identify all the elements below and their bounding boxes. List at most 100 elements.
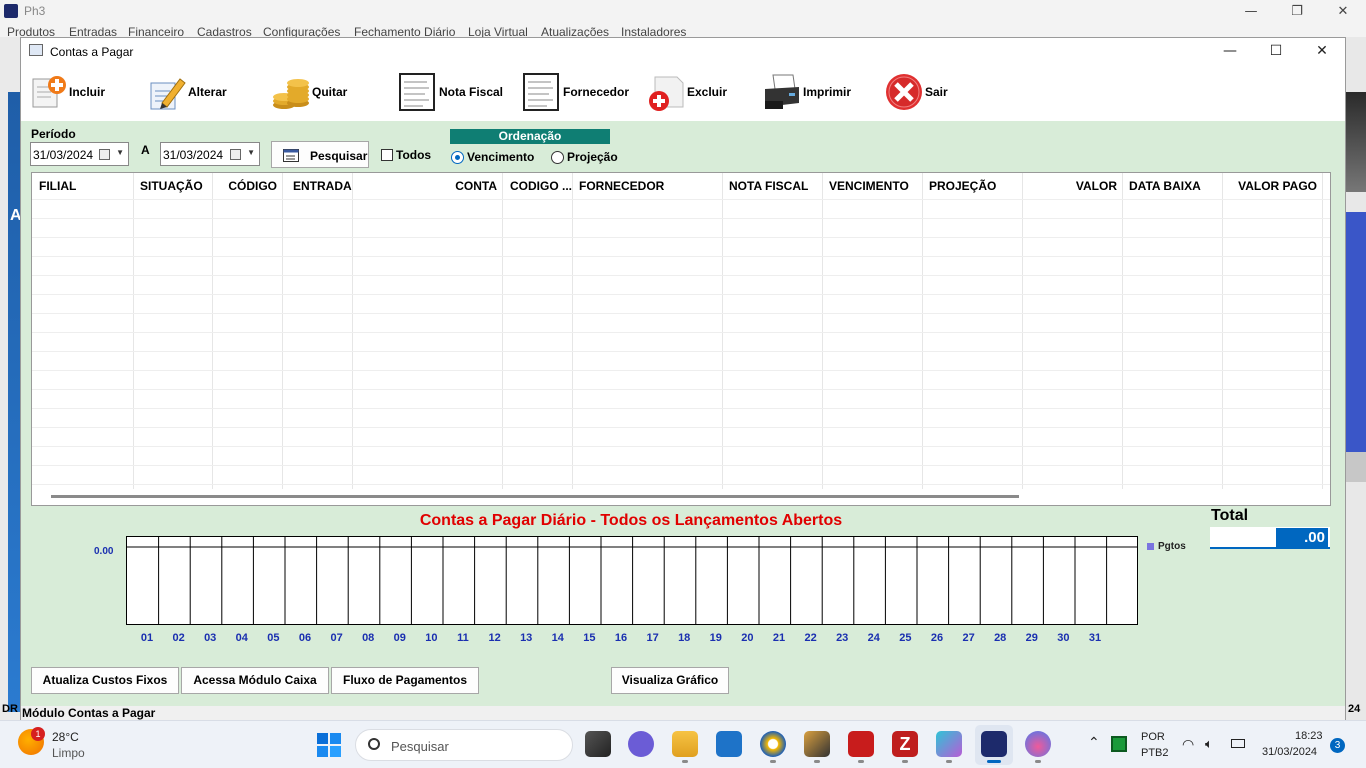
add-document-icon — [32, 76, 66, 108]
x-tick-label: 11 — [457, 632, 469, 644]
excluir-label: Excluir — [687, 85, 728, 99]
x-tick-label: 13 — [520, 632, 533, 644]
atualiza-custos-fixos-button[interactable]: Atualiza Custos Fixos — [31, 667, 179, 694]
x-tick-label: 24 — [867, 632, 880, 644]
visualiza-grafico-button[interactable]: Visualiza Gráfico — [611, 667, 729, 694]
projecao-radio[interactable] — [551, 151, 564, 164]
volume-icon[interactable]: 🔈︎ — [1205, 736, 1213, 752]
calendar-icon — [99, 149, 110, 160]
x-tick-label: 16 — [614, 632, 628, 644]
window-icon — [29, 44, 43, 56]
start-icon[interactable] — [317, 733, 341, 757]
pesquisar-button[interactable]: Pesquisar — [271, 141, 369, 168]
chevron-down-icon: ▼ — [116, 148, 124, 157]
total-value: .00 — [1276, 528, 1328, 547]
chevron-up-icon[interactable]: ⌃ — [1088, 734, 1100, 751]
notification-badge[interactable]: 3 — [1330, 738, 1345, 753]
column-header-codigo-fornecedor[interactable]: CODIGO ... — [510, 173, 572, 199]
chevron-down-icon: ▼ — [247, 148, 255, 157]
window-title: Contas a Pagar — [50, 45, 134, 59]
file-explorer-icon[interactable] — [672, 731, 698, 757]
search-list-icon — [283, 149, 299, 162]
contas-grid[interactable]: FILIAL SITUAÇÃO CÓDIGO ENTRADA CONTA COD… — [31, 172, 1331, 506]
column-header-conta[interactable]: CONTA — [353, 173, 497, 199]
exit-icon — [886, 74, 922, 110]
column-header-codigo[interactable]: CÓDIGO — [213, 173, 277, 199]
window-close-icon[interactable]: ✕ — [1299, 38, 1345, 65]
chat-icon[interactable] — [628, 731, 654, 757]
search-icon — [368, 738, 380, 750]
todos-checkbox[interactable] — [381, 149, 393, 161]
taskbar-search[interactable]: Pesquisar — [355, 729, 573, 761]
ordenacao-header: Ordenação — [450, 129, 610, 144]
clock-time[interactable]: 18:23 — [1295, 730, 1323, 742]
column-header-fornecedor[interactable]: FORNECEDOR — [579, 173, 664, 199]
window-minimize-icon[interactable]: — — [1207, 38, 1253, 65]
acessa-modulo-caixa-button[interactable]: Acessa Módulo Caixa — [181, 667, 329, 694]
clock-date[interactable]: 31/03/2024 — [1262, 746, 1317, 758]
filezilla-icon[interactable]: Z — [892, 731, 918, 757]
window-maximize-icon[interactable]: ☐ — [1253, 38, 1299, 65]
date-from-picker[interactable]: 31/03/2024 ▼ — [30, 142, 129, 166]
x-tick-label: 30 — [1057, 632, 1070, 644]
delete-icon — [649, 76, 684, 111]
background-left: A DR — [0, 37, 22, 720]
menu-item-cadastros[interactable]: Cadastros — [197, 25, 252, 37]
menu-item-configuracoes[interactable]: Configurações — [263, 25, 340, 37]
ph3-app-icon[interactable] — [981, 731, 1007, 757]
column-header-entrada[interactable]: ENTRADA — [293, 173, 352, 199]
x-tick-label: 26 — [930, 632, 944, 644]
app-icon-2[interactable] — [848, 731, 874, 757]
x-tick-label: 07 — [330, 632, 343, 644]
column-header-nota-fiscal[interactable]: NOTA FISCAL — [729, 173, 808, 199]
menu-item-financeiro[interactable]: Financeiro — [128, 25, 184, 37]
column-header-filial[interactable]: FILIAL — [39, 173, 76, 199]
menu-item-instaladores[interactable]: Instaladores — [621, 25, 686, 37]
tray-app-icon[interactable] — [1111, 736, 1127, 752]
language-line1[interactable]: POR — [1141, 731, 1165, 743]
wifi-icon[interactable]: ◠ — [1182, 736, 1194, 753]
weather-desc[interactable]: Limpo — [52, 746, 85, 760]
x-tick-label: 17 — [646, 632, 659, 644]
printer-icon — [765, 74, 799, 109]
minimize-icon[interactable]: — — [1228, 0, 1274, 23]
window-title-bar: Contas a Pagar — ☐ ✕ — [21, 38, 1345, 65]
total-label: Total — [1211, 507, 1249, 524]
column-header-data-baixa[interactable]: DATA BAIXA — [1129, 173, 1201, 199]
column-header-projecao[interactable]: PROJEÇÃO — [929, 173, 996, 199]
menu-item-produtos[interactable]: Produtos — [7, 25, 55, 37]
taskbar: 1 28°C Limpo Pesquisar Z ⌃ POR PTB2 ◠ 🔈︎… — [0, 720, 1366, 768]
app-title-bar: Ph3 — ❐ ✕ — [0, 0, 1366, 23]
date-to-value: 31/03/2024 — [163, 148, 224, 162]
browser-icon[interactable] — [760, 731, 786, 757]
column-header-situacao[interactable]: SITUAÇÃO — [140, 173, 203, 199]
close-icon[interactable]: ✕ — [1320, 0, 1366, 23]
column-header-valor-pago[interactable]: VALOR PAGO — [1223, 173, 1317, 199]
fluxo-de-pagamentos-button[interactable]: Fluxo de Pagamentos — [331, 667, 479, 694]
battery-icon[interactable] — [1231, 739, 1245, 748]
coins-icon — [273, 79, 309, 109]
column-header-vencimento[interactable]: VENCIMENTO — [829, 173, 909, 199]
menu-item-entradas[interactable]: Entradas — [69, 25, 117, 37]
store-icon[interactable] — [716, 731, 742, 757]
app-icon-3[interactable] — [936, 731, 962, 757]
weather-temp[interactable]: 28°C — [52, 730, 79, 744]
alterar-label: Alterar — [188, 85, 227, 99]
weather-badge: 1 — [31, 727, 45, 741]
vencimento-radio[interactable] — [451, 151, 464, 164]
task-view-icon[interactable] — [585, 731, 611, 757]
language-line2[interactable]: PTB2 — [1141, 747, 1169, 759]
x-tick-label: 06 — [298, 632, 312, 644]
restore-icon[interactable]: ❐ — [1274, 0, 1320, 23]
paint-icon[interactable] — [1025, 731, 1051, 757]
menu-item-fechamento-diario[interactable]: Fechamento Diário — [354, 25, 455, 37]
x-tick-label: 05 — [267, 632, 280, 644]
app-icon-1[interactable] — [804, 731, 830, 757]
column-header-valor[interactable]: VALOR — [1023, 173, 1117, 199]
menu-item-atualizacoes[interactable]: Atualizações — [541, 25, 609, 37]
menu-item-loja-virtual[interactable]: Loja Virtual — [468, 25, 528, 37]
horizontal-scrollbar[interactable] — [51, 495, 1019, 498]
x-tick-label: 31 — [1088, 632, 1102, 644]
date-to-picker[interactable]: 31/03/2024 ▼ — [160, 142, 260, 166]
pesquisar-label: Pesquisar — [310, 149, 368, 163]
